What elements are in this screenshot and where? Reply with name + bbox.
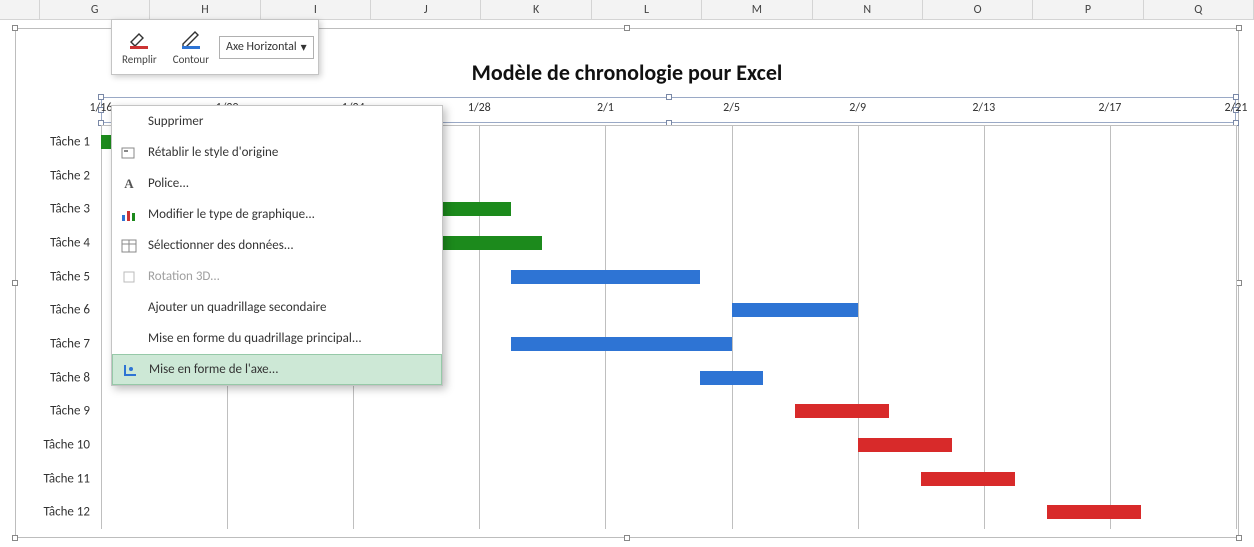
task-label: Tâche 2 <box>16 168 94 183</box>
gantt-bar[interactable] <box>732 303 858 317</box>
gridline <box>101 125 102 529</box>
gridline <box>1236 125 1237 529</box>
context-menu-item[interactable]: Sélectionner des données... <box>112 230 442 261</box>
3d-icon <box>120 268 138 286</box>
task-label: Tâche 1 <box>16 134 94 149</box>
gantt-bar[interactable] <box>1047 505 1142 519</box>
blank-icon <box>120 330 138 348</box>
gantt-bar[interactable] <box>511 270 700 284</box>
mini-toolbar: Remplir Contour Axe Horizontal ▾ <box>111 19 319 75</box>
context-menu-label: Police... <box>148 176 189 191</box>
fill-label: Remplir <box>122 53 157 66</box>
task-label: Tâche 11 <box>16 471 94 486</box>
gridline <box>1110 125 1111 529</box>
col-header[interactable]: O <box>923 0 1033 19</box>
column-headers: G H I J K L M N O P Q <box>0 0 1254 20</box>
context-menu-item[interactable]: Mise en forme du quadrillage principal..… <box>112 323 442 354</box>
x-tick-label: 2/1 <box>597 101 614 115</box>
fill-icon <box>128 29 150 51</box>
axis-handle[interactable] <box>666 94 672 100</box>
context-menu-item[interactable]: Supprimer <box>112 106 442 137</box>
col-header[interactable]: H <box>150 0 260 19</box>
col-header[interactable]: G <box>40 0 150 19</box>
data-icon <box>120 237 138 255</box>
chart-resize-handle[interactable] <box>624 25 630 31</box>
gantt-bar[interactable] <box>921 472 1016 486</box>
context-menu-label: Sélectionner des données... <box>148 238 294 253</box>
chart-resize-handle[interactable] <box>12 535 18 541</box>
axis-handle[interactable] <box>1233 94 1239 100</box>
x-tick-label: 2/13 <box>972 101 995 115</box>
x-tick-label: 2/9 <box>849 101 866 115</box>
col-header[interactable]: L <box>592 0 702 19</box>
task-label: Tâche 9 <box>16 404 94 419</box>
x-tick-label: 2/21 <box>1225 101 1248 115</box>
chart-resize-handle[interactable] <box>1236 535 1242 541</box>
col-header[interactable]: M <box>702 0 812 19</box>
context-menu-label: Rotation 3D... <box>148 269 220 284</box>
A-icon: A <box>120 175 138 193</box>
task-label: Tâche 8 <box>16 370 94 385</box>
context-menu-item[interactable]: Ajouter un quadrillage secondaire <box>112 292 442 323</box>
gridline <box>984 125 985 529</box>
context-menu: Supprimer Rétablir le style d'origine A Pol… <box>111 105 443 386</box>
context-menu-item[interactable]: A Police... <box>112 168 442 199</box>
x-tick-label: 2/17 <box>1098 101 1121 115</box>
x-tick-label: 1/16 <box>90 101 113 115</box>
gridline <box>605 125 606 529</box>
task-label: Tâche 3 <box>16 202 94 217</box>
fill-button[interactable]: Remplir <box>116 27 163 68</box>
col-header[interactable]: Q <box>1144 0 1254 19</box>
outline-button[interactable]: Contour <box>167 27 215 68</box>
blank-icon <box>120 299 138 317</box>
chart-frame[interactable]: Remplir Contour Axe Horizontal ▾ Modèle … <box>15 28 1239 538</box>
gantt-bar[interactable] <box>511 337 732 351</box>
chart-resize-handle[interactable] <box>624 535 630 541</box>
chart-resize-handle[interactable] <box>1236 25 1242 31</box>
context-menu-label: Modifier le type de graphique... <box>148 207 315 222</box>
chevron-down-icon: ▾ <box>301 40 307 55</box>
context-menu-label: Supprimer <box>148 114 203 129</box>
blank-icon <box>120 113 138 131</box>
col-header[interactable]: N <box>813 0 923 19</box>
gridline <box>858 125 859 529</box>
chart-resize-handle[interactable] <box>12 25 18 31</box>
task-label: Tâche 12 <box>16 505 94 520</box>
task-label: Tâche 10 <box>16 437 94 452</box>
col-header[interactable]: I <box>261 0 371 19</box>
context-menu-label: Rétablir le style d'origine <box>148 145 278 160</box>
context-menu-item[interactable]: Rétablir le style d'origine <box>112 137 442 168</box>
x-tick-label: 1/28 <box>468 101 491 115</box>
gantt-bar[interactable] <box>700 371 763 385</box>
task-label: Tâche 6 <box>16 303 94 318</box>
gridline <box>732 125 733 529</box>
gridline <box>479 125 480 529</box>
outline-label: Contour <box>173 53 209 66</box>
axis-handle[interactable] <box>98 94 104 100</box>
outline-icon <box>180 29 202 51</box>
reset-icon <box>120 144 138 162</box>
x-tick-label: 2/5 <box>723 101 740 115</box>
context-menu-label: Ajouter un quadrillage secondaire <box>148 300 326 315</box>
axis-icon <box>121 361 139 379</box>
context-menu-label: Mise en forme du quadrillage principal..… <box>148 331 362 346</box>
context-menu-item[interactable]: Modifier le type de graphique... <box>112 199 442 230</box>
context-menu-item[interactable]: Mise en forme de l'axe... <box>112 354 442 385</box>
col-header[interactable]: K <box>481 0 591 19</box>
y-axis-task-labels: Tâche 1 Tâche 2 Tâche 3 Tâche 4 Tâche 5 Tâche… <box>16 125 94 529</box>
task-label: Tâche 5 <box>16 269 94 284</box>
col-header[interactable]: P <box>1033 0 1143 19</box>
context-menu-label: Mise en forme de l'axe... <box>149 362 279 377</box>
task-label: Tâche 7 <box>16 336 94 351</box>
axis-horizontal-dropdown[interactable]: Axe Horizontal ▾ <box>219 36 314 59</box>
task-label: Tâche 4 <box>16 235 94 250</box>
gantt-bar[interactable] <box>858 438 953 452</box>
gantt-bar[interactable] <box>795 404 890 418</box>
context-menu-item: Rotation 3D... <box>112 261 442 292</box>
chart-icon <box>120 206 138 224</box>
col-header[interactable] <box>0 0 40 19</box>
axis-horizontal-label: Axe Horizontal <box>226 40 297 54</box>
col-header[interactable]: J <box>371 0 481 19</box>
